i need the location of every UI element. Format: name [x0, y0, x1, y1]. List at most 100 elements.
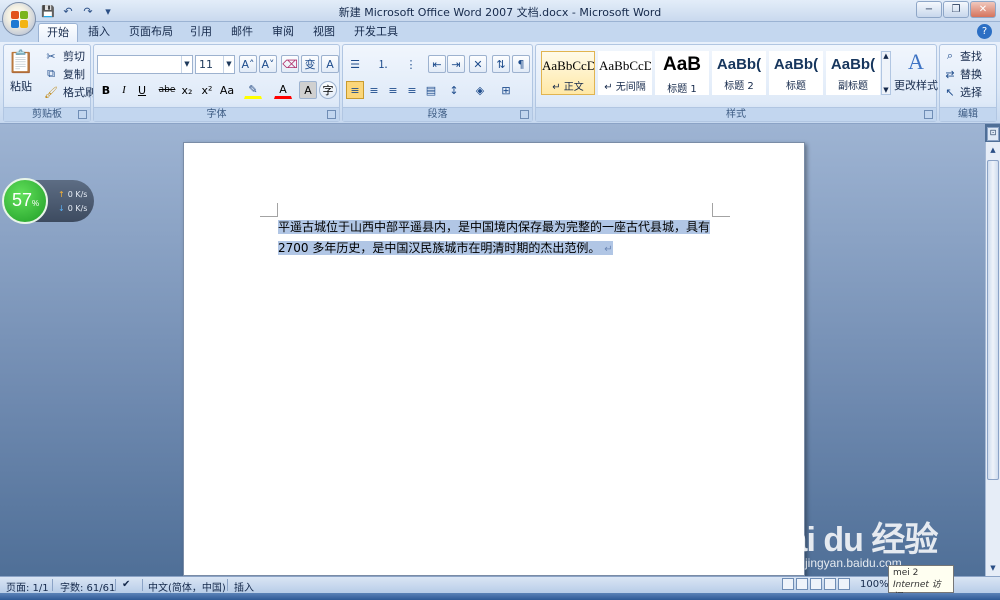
font-name-combo[interactable]: ▼: [97, 55, 193, 74]
increase-indent-icon[interactable]: ⇥: [447, 55, 465, 73]
tab-mailings[interactable]: 邮件: [223, 23, 261, 42]
network-usage-circle: 57%: [2, 178, 48, 224]
select-label: 选择: [960, 86, 982, 99]
align-left-icon[interactable]: ≡: [346, 81, 364, 99]
copy-label: 复制: [63, 68, 85, 81]
align-right-icon[interactable]: ≡: [384, 81, 402, 99]
vertical-scrollbar[interactable]: ▲ ▼: [985, 142, 1000, 576]
enclose-char-button[interactable]: 字: [319, 81, 337, 99]
change-styles-icon: A: [908, 49, 924, 74]
insert-mode-indicator[interactable]: 插入: [234, 579, 254, 594]
decrease-indent-icon[interactable]: ⇤: [428, 55, 446, 73]
paragraph-launcher-icon[interactable]: [520, 110, 529, 119]
align-center-icon[interactable]: ≡: [365, 81, 383, 99]
print-layout-icon[interactable]: [782, 578, 794, 590]
sort-icon[interactable]: ⇅: [492, 55, 510, 73]
document-text[interactable]: 平遥古城位于山西中部平遥县内，是中国境内保存最为完整的一座古代县城，具有 270…: [278, 217, 718, 260]
bullets-icon[interactable]: ☰: [346, 55, 364, 73]
binoculars-icon: ⌕: [946, 49, 954, 62]
shading-icon[interactable]: ◈: [471, 81, 489, 99]
web-layout-icon[interactable]: [810, 578, 822, 590]
font-size-value: 11: [199, 58, 213, 71]
tab-references[interactable]: 引用: [182, 23, 220, 42]
style-heading-2[interactable]: AaBb( 标题 2: [712, 51, 766, 95]
styles-scroll[interactable]: ▲ ▼: [881, 51, 891, 95]
line-spacing-icon[interactable]: ↕: [445, 81, 463, 99]
ruler-toggle-icon[interactable]: ⊡: [987, 127, 999, 141]
styles-launcher-icon[interactable]: [924, 110, 933, 119]
document-page[interactable]: 平遥古城位于山西中部平遥县内，是中国境内保存最为完整的一座古代县城，具有 270…: [183, 142, 805, 576]
style-normal[interactable]: AaBbCcD ↵ 正文: [541, 51, 595, 95]
borders-icon[interactable]: ⊞: [497, 81, 515, 99]
language-indicator[interactable]: 中文(简体，中国): [148, 579, 226, 594]
proofing-icon[interactable]: ✔: [122, 579, 130, 590]
replace-button[interactable]: ⇄ 替换: [943, 65, 982, 83]
superscript-button[interactable]: x²: [198, 81, 216, 99]
tab-page-layout[interactable]: 页面布局: [121, 23, 181, 42]
cut-button[interactable]: ✂ 剪切: [42, 47, 85, 65]
asian-layout-icon[interactable]: ✕: [469, 55, 487, 73]
select-button[interactable]: ↖ 选择: [943, 83, 982, 101]
draft-icon[interactable]: [838, 578, 850, 590]
numbering-icon[interactable]: ⒈: [374, 55, 392, 73]
clear-format-button[interactable]: ⌫: [281, 55, 299, 73]
distributed-icon[interactable]: ▤: [422, 81, 440, 99]
underline-button[interactable]: U: [133, 81, 151, 99]
restore-button[interactable]: ❐: [943, 1, 969, 18]
highlight-icon[interactable]: ✎: [244, 81, 262, 99]
multilevel-list-icon[interactable]: ⋮: [402, 55, 420, 73]
tab-view[interactable]: 视图: [305, 23, 343, 42]
page-indicator[interactable]: 页面: 1/1: [6, 579, 49, 594]
status-bar: 页面: 1/1 字数: 61/61 ✔ 中文(简体，中国) 插入 100%: [0, 576, 1000, 594]
office-button[interactable]: [2, 2, 36, 36]
minimize-button[interactable]: −: [916, 1, 942, 18]
font-color-button[interactable]: A: [274, 81, 292, 99]
scroll-up-icon[interactable]: ▲: [987, 143, 999, 157]
outline-icon[interactable]: [824, 578, 836, 590]
word-count[interactable]: 字数: 61/61: [60, 579, 115, 594]
tab-home[interactable]: 开始: [38, 23, 78, 42]
selected-text-line-2[interactable]: 2700 多年历史，是中国汉民族城市在明清时期的杰出范例。 ↵: [278, 241, 613, 255]
style-title[interactable]: AaBb( 标题: [769, 51, 823, 95]
font-launcher-icon[interactable]: [327, 110, 336, 119]
bold-button[interactable]: B: [97, 81, 115, 99]
style-name: ↵ 无间隔: [604, 82, 646, 93]
help-icon[interactable]: ?: [977, 24, 992, 39]
view-buttons: [782, 578, 850, 590]
scroll-down-icon[interactable]: ▼: [987, 561, 999, 575]
style-no-spacing[interactable]: AaBbCcD ↵ 无间隔: [598, 51, 652, 95]
network-speed-widget[interactable]: 57% 0 K/s 0 K/s: [2, 178, 94, 224]
network-percent-value: 57: [12, 190, 33, 210]
tab-review[interactable]: 审阅: [264, 23, 302, 42]
find-button[interactable]: ⌕ 查找: [943, 47, 982, 65]
phonetic-guide-button[interactable]: 变: [301, 55, 319, 73]
shrink-font-button[interactable]: A˅: [259, 55, 277, 73]
strikethrough-button[interactable]: abe: [158, 81, 176, 99]
selected-text-line-1[interactable]: 平遥古城位于山西中部平遥县内，是中国境内保存最为完整的一座古代县城，具有: [278, 220, 711, 234]
clipboard-launcher-icon[interactable]: [78, 110, 87, 119]
italic-button[interactable]: I: [115, 81, 133, 99]
status-divider: [227, 579, 228, 591]
font-size-combo[interactable]: 11 ▼: [195, 55, 235, 74]
change-styles-button[interactable]: A 更改样式: [894, 49, 938, 93]
scroll-thumb[interactable]: [987, 160, 999, 480]
justify-icon[interactable]: ≡: [403, 81, 421, 99]
download-speed: 0 K/s: [58, 204, 88, 213]
full-screen-reading-icon[interactable]: [796, 578, 808, 590]
paste-button[interactable]: 📋 粘贴: [7, 47, 34, 94]
char-border-button[interactable]: A: [321, 55, 339, 73]
copy-button[interactable]: ⧉ 复制: [42, 65, 85, 83]
grow-font-button[interactable]: A˄: [239, 55, 257, 73]
zoom-level[interactable]: 100%: [860, 579, 889, 590]
taskbar: [0, 593, 1000, 600]
show-marks-icon[interactable]: ¶: [512, 55, 530, 73]
char-shading-button[interactable]: A: [299, 81, 317, 99]
style-subtitle[interactable]: AaBb( 副标题: [826, 51, 880, 95]
change-case-button[interactable]: Aa: [218, 81, 236, 99]
tab-developer[interactable]: 开发工具: [346, 23, 406, 42]
close-button[interactable]: ✕: [970, 1, 996, 18]
subscript-button[interactable]: x₂: [178, 81, 196, 99]
style-heading-1[interactable]: AaB 标题 1: [655, 51, 709, 95]
format-painter-button[interactable]: 🖌 格式刷: [42, 83, 96, 101]
tab-insert[interactable]: 插入: [80, 23, 118, 42]
